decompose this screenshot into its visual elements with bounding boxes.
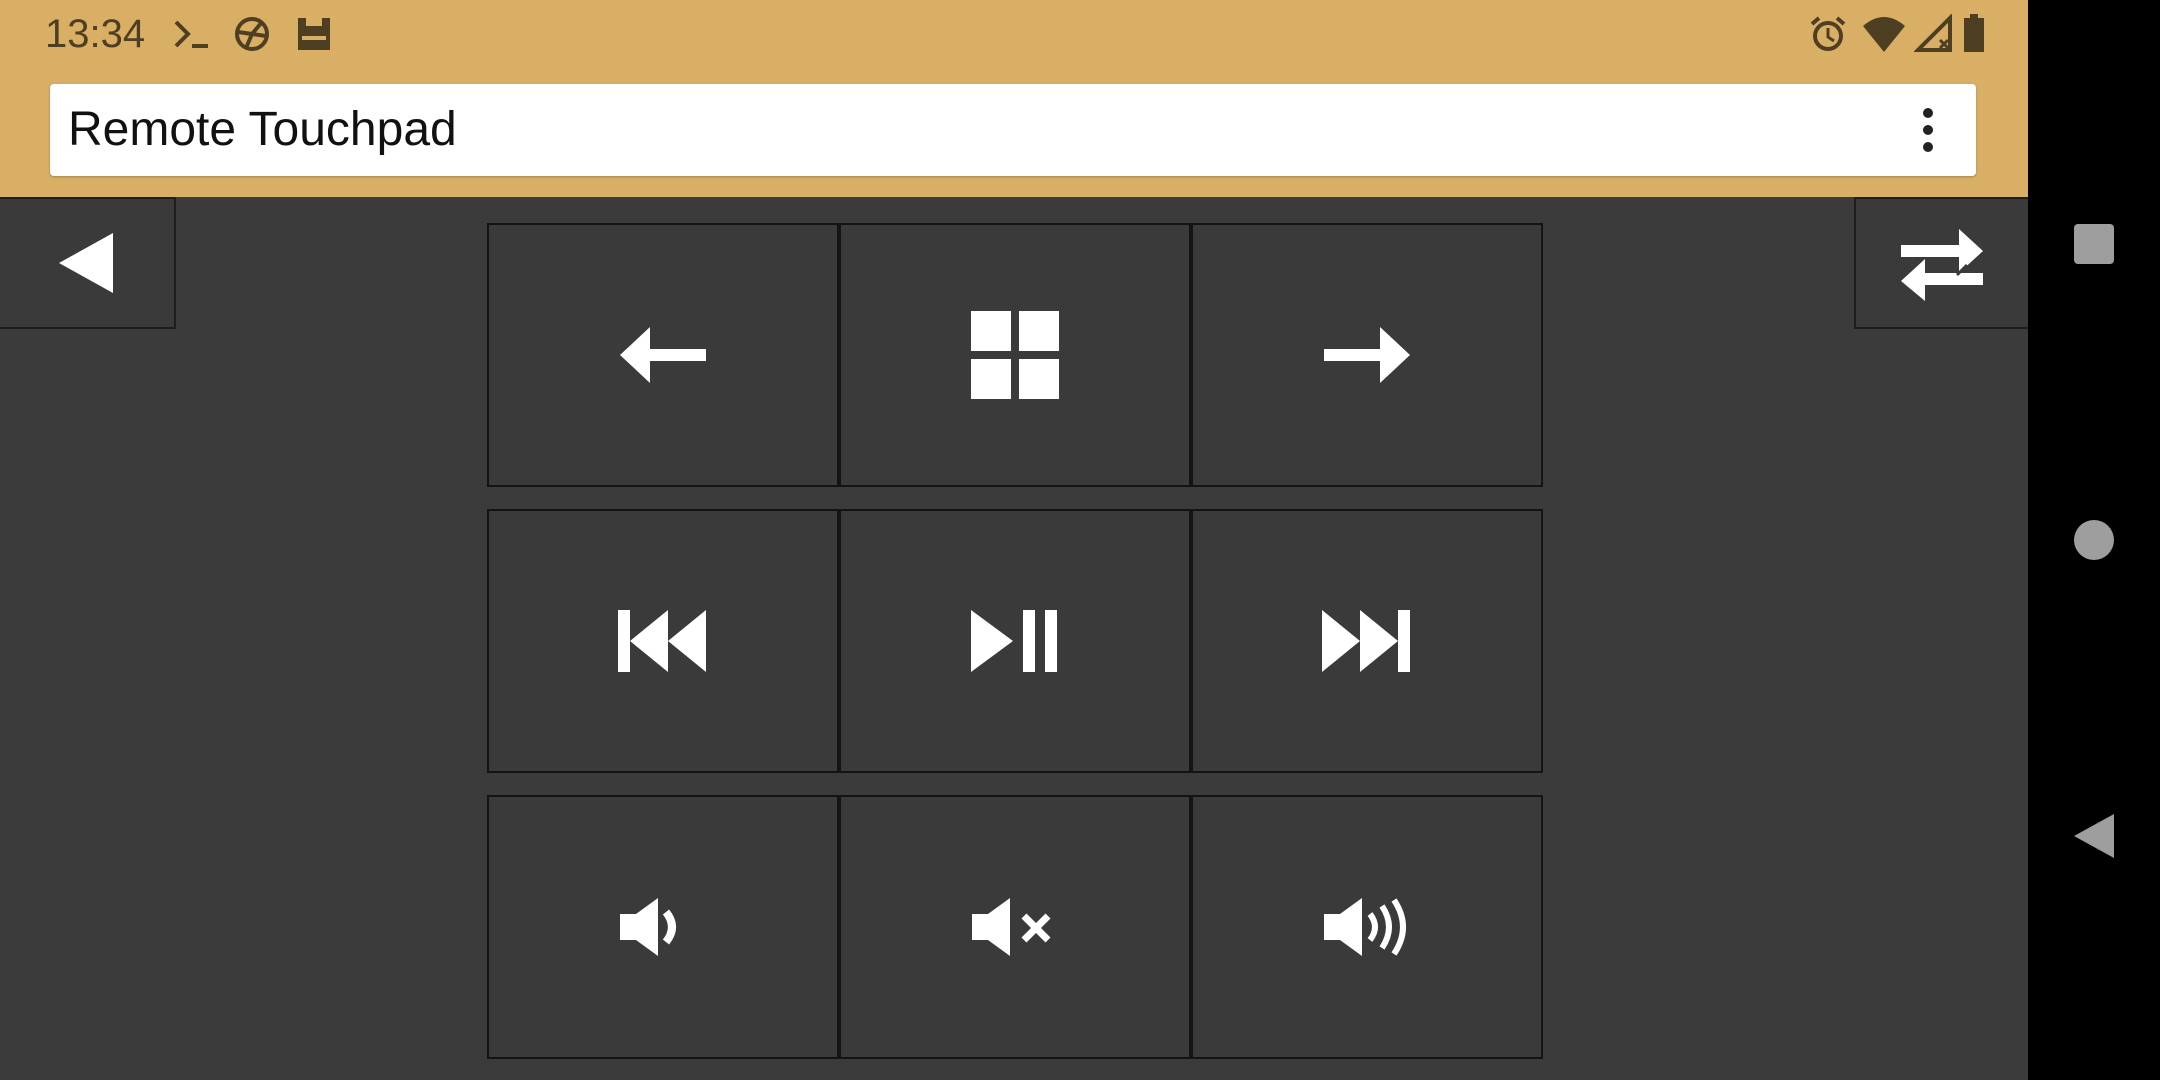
windows-key-button[interactable] bbox=[839, 223, 1191, 487]
no-signal-icon bbox=[1912, 12, 1956, 56]
recents-icon[interactable] bbox=[2072, 222, 2116, 271]
volume-down-button[interactable] bbox=[487, 795, 839, 1059]
vpn-icon bbox=[230, 12, 274, 56]
play-pause-icon bbox=[971, 610, 1057, 672]
title-bar: Remote Touchpad bbox=[50, 84, 1976, 176]
arrow-left-button[interactable] bbox=[487, 223, 839, 487]
windows-icon bbox=[971, 311, 1059, 399]
play-pause-button[interactable] bbox=[839, 509, 1191, 773]
mute-button[interactable] bbox=[839, 795, 1191, 1059]
more-vert-icon[interactable] bbox=[1898, 100, 1958, 160]
terminal-icon bbox=[172, 12, 212, 56]
volume-down-icon bbox=[620, 898, 676, 956]
arrow-left-icon bbox=[620, 327, 706, 383]
next-track-button[interactable] bbox=[1191, 509, 1543, 773]
volume-mute-icon bbox=[972, 898, 1051, 956]
skip-previous-icon bbox=[618, 610, 706, 672]
app-header: Remote Touchpad bbox=[0, 70, 2028, 197]
previous-track-button[interactable] bbox=[487, 509, 839, 773]
app-title: Remote Touchpad bbox=[68, 103, 457, 156]
system-navigation-bar bbox=[2028, 0, 2160, 1080]
battery-icon bbox=[1960, 12, 1988, 56]
home-icon[interactable] bbox=[2072, 518, 2116, 567]
wifi-icon bbox=[1860, 12, 1908, 56]
arrow-right-icon bbox=[1324, 327, 1410, 383]
android-debug-icon bbox=[292, 12, 336, 56]
triangle-left-icon bbox=[59, 233, 113, 293]
switch-mode-button[interactable] bbox=[1854, 197, 2030, 329]
back-icon[interactable] bbox=[2072, 812, 2116, 865]
skip-next-icon bbox=[1322, 610, 1410, 672]
volume-up-icon bbox=[1324, 898, 1406, 956]
volume-up-button[interactable] bbox=[1191, 795, 1543, 1059]
swap-arrows-icon bbox=[1901, 229, 1983, 301]
screen: 13:34 Remote Touchpad bbox=[0, 0, 2030, 1080]
status-bar: 13:34 bbox=[0, 0, 2028, 70]
arrow-right-button[interactable] bbox=[1191, 223, 1543, 487]
back-button[interactable] bbox=[0, 197, 176, 329]
status-time: 13:34 bbox=[45, 12, 146, 56]
alarm-icon bbox=[1806, 12, 1850, 56]
